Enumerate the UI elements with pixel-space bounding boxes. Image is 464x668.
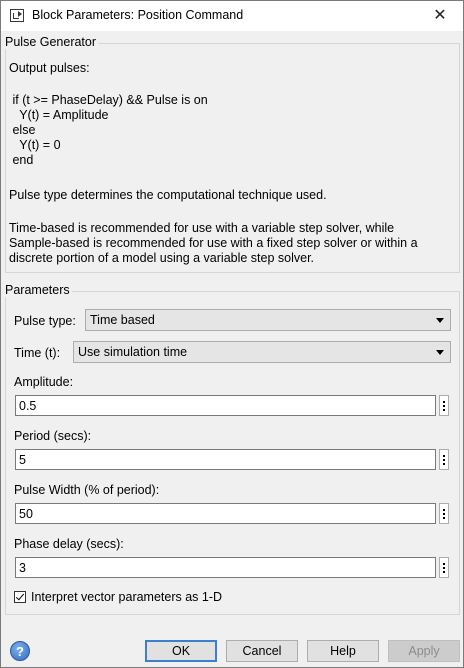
period-more-options-icon[interactable] xyxy=(439,449,449,470)
simulink-block-icon xyxy=(10,9,24,22)
ok-button[interactable]: OK xyxy=(145,640,217,662)
pulse-type-description: Pulse type determines the computational … xyxy=(9,188,327,202)
amplitude-field[interactable]: 0.5 xyxy=(15,395,436,416)
period-label: Period (secs): xyxy=(14,429,92,443)
title-bar: Block Parameters: Position Command ✕ xyxy=(1,1,463,31)
chevron-down-icon xyxy=(436,350,444,355)
pulse-logic-code: if (t >= PhaseDelay) && Pulse is on Y(t)… xyxy=(12,93,208,167)
interpret-vector-checkbox[interactable] xyxy=(14,591,26,603)
phase-delay-value: 3 xyxy=(19,561,26,575)
period-field[interactable]: 5 xyxy=(15,449,436,470)
pulse-type-value: Time based xyxy=(90,313,155,327)
pulse-type-label: Pulse type: xyxy=(14,314,76,328)
group-title-parameters: Parameters xyxy=(5,283,72,297)
pulse-width-value: 50 xyxy=(19,507,33,521)
window-title: Block Parameters: Position Command xyxy=(32,8,244,22)
phase-delay-more-options-icon[interactable] xyxy=(439,557,449,578)
pulse-type-dropdown[interactable]: Time based xyxy=(85,309,451,331)
solver-recommendation-text: Time-based is recommended for use with a… xyxy=(9,221,418,265)
chevron-down-icon xyxy=(436,318,444,323)
time-label: Time (t): xyxy=(14,346,61,360)
group-title-pulse-generator: Pulse Generator xyxy=(5,35,99,49)
phase-delay-label: Phase delay (secs): xyxy=(14,537,124,551)
cancel-button[interactable]: Cancel xyxy=(226,640,298,662)
pulse-width-field[interactable]: 50 xyxy=(15,503,436,524)
pulse-width-more-options-icon[interactable] xyxy=(439,503,449,524)
interpret-vector-label[interactable]: Interpret vector parameters as 1-D xyxy=(31,590,222,604)
dialog-window: Block Parameters: Position Command ✕ Pul… xyxy=(0,0,464,668)
close-icon[interactable]: ✕ xyxy=(417,1,463,31)
output-pulses-text: Output pulses: xyxy=(9,61,90,75)
amplitude-label: Amplitude: xyxy=(14,375,74,389)
pulse-width-label: Pulse Width (% of period): xyxy=(14,483,160,497)
help-icon[interactable]: ? xyxy=(10,641,30,661)
amplitude-more-options-icon[interactable] xyxy=(439,395,449,416)
time-value: Use simulation time xyxy=(78,345,188,359)
period-value: 5 xyxy=(19,453,26,467)
apply-button[interactable]: Apply xyxy=(388,640,460,662)
phase-delay-field[interactable]: 3 xyxy=(15,557,436,578)
help-button[interactable]: Help xyxy=(307,640,379,662)
time-dropdown[interactable]: Use simulation time xyxy=(73,341,451,363)
amplitude-value: 0.5 xyxy=(19,399,37,413)
